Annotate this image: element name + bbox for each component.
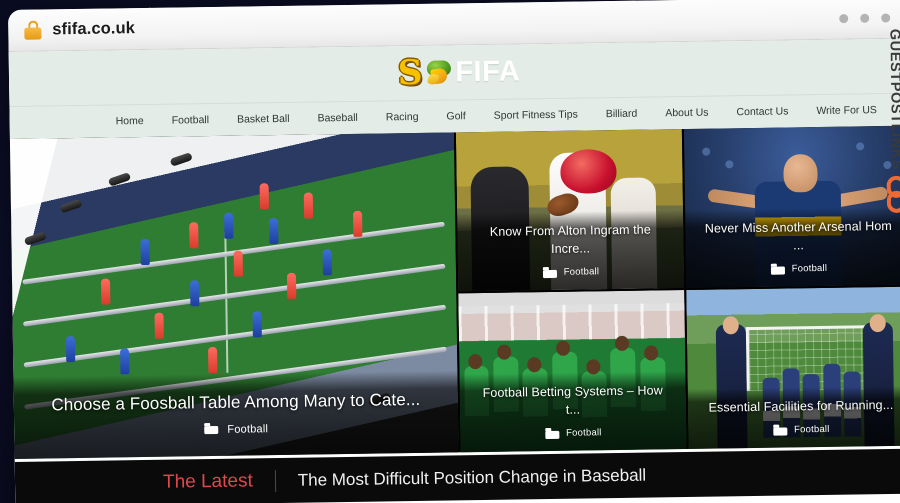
nav-item-about-us[interactable]: About Us — [651, 106, 722, 120]
featured-card-2[interactable]: Never Miss Another Arsenal Hom ... Footb… — [683, 125, 900, 288]
desktop-background: sfifa.co.uk S FIFA Home Football Basket … — [0, 0, 900, 503]
card-title: Essential Facilities for Running... — [708, 397, 894, 415]
folder-icon — [773, 424, 788, 436]
window-control-maximize[interactable] — [860, 13, 870, 23]
nav-item-basket-ball[interactable]: Basket Ball — [223, 113, 304, 126]
nav-item-football[interactable]: Football — [158, 114, 224, 127]
nav-item-contact-us[interactable]: Contact Us — [722, 105, 802, 118]
window-controls[interactable] — [839, 12, 891, 23]
hero-category-label: Football — [227, 422, 269, 436]
card-category-label: Football — [563, 266, 600, 278]
card-caption: Essential Facilities for Running... Foot… — [687, 385, 900, 449]
ticker-label: The Latest — [162, 469, 276, 494]
logo-letter-s: S — [397, 52, 423, 94]
card-category-label: Football — [794, 423, 830, 436]
trophy-icon — [424, 57, 454, 87]
featured-card-1[interactable]: Know From Alton Ingram the Incre... Foot… — [455, 129, 685, 292]
card-category[interactable]: Football — [702, 423, 900, 437]
card-caption: Never Miss Another Arsenal Hom ... Footb… — [685, 206, 900, 288]
padlock-icon — [24, 20, 42, 40]
hero-caption: Choose a Foosball Table Among Many to Ca… — [13, 369, 459, 459]
guestpostlinks-widget[interactable]: GUESTPOSTLINKS — [880, 23, 900, 295]
featured-card-3[interactable]: Football Betting Systems – How t... Foot… — [458, 289, 687, 453]
card-title: Football Betting Systems – How t... — [482, 383, 663, 417]
ticker-headline[interactable]: The Most Difficult Position Change in Ba… — [276, 465, 647, 490]
featured-posts-grid: Choose a Foosball Table Among Many to Ca… — [9, 125, 900, 459]
nav-item-billiard[interactable]: Billiard — [592, 107, 652, 120]
address-bar-url[interactable]: sfifa.co.uk — [52, 19, 135, 39]
featured-card-4[interactable]: Essential Facilities for Running... Foot… — [686, 286, 900, 449]
chain-link-icon — [885, 176, 900, 218]
web-page: S FIFA Home Football Basket Ball Basebal… — [8, 38, 900, 503]
featured-cards-column: Know From Alton Ingram the Incre... Foot… — [454, 125, 900, 453]
card-category[interactable]: Football — [474, 426, 672, 440]
folder-icon — [542, 267, 557, 279]
nav-item-racing[interactable]: Racing — [372, 111, 433, 124]
card-caption: Know From Alton Ingram the Incre... Foot… — [457, 210, 685, 292]
featured-hero-card[interactable]: Choose a Foosball Table Among Many to Ca… — [9, 132, 459, 459]
card-category-label: Football — [566, 427, 602, 439]
card-category-label: Football — [791, 262, 828, 275]
browser-window: sfifa.co.uk S FIFA Home Football Basket … — [8, 0, 900, 503]
card-category[interactable]: Football — [472, 265, 670, 279]
logo-word-fifa: FIFA — [455, 54, 521, 88]
window-control-minimize[interactable] — [839, 13, 849, 23]
nav-item-sport-fitness-tips[interactable]: Sport Fitness Tips — [480, 108, 592, 122]
site-logo[interactable]: S FIFA — [397, 52, 521, 94]
nav-item-baseball[interactable]: Baseball — [303, 112, 371, 125]
guestpostlinks-label: GUESTPOSTLINKS — [886, 28, 900, 171]
nav-item-home[interactable]: Home — [102, 115, 158, 128]
folder-icon — [770, 263, 785, 275]
card-title: Know From Alton Ingram the Incre... — [489, 222, 651, 256]
window-control-close[interactable] — [881, 12, 891, 23]
hero-category[interactable]: Football — [34, 420, 438, 439]
card-title: Never Miss Another Arsenal Hom ... — [704, 218, 892, 253]
hero-title: Choose a Foosball Table Among Many to Ca… — [51, 389, 421, 414]
nav-item-write-for-us[interactable]: Write For US — [802, 104, 891, 117]
folder-icon — [545, 427, 560, 440]
nav-item-golf[interactable]: Golf — [432, 110, 479, 123]
folder-icon — [204, 423, 220, 436]
card-caption: Football Betting Systems – How t... Foot… — [459, 370, 687, 453]
card-category[interactable]: Football — [700, 262, 898, 276]
